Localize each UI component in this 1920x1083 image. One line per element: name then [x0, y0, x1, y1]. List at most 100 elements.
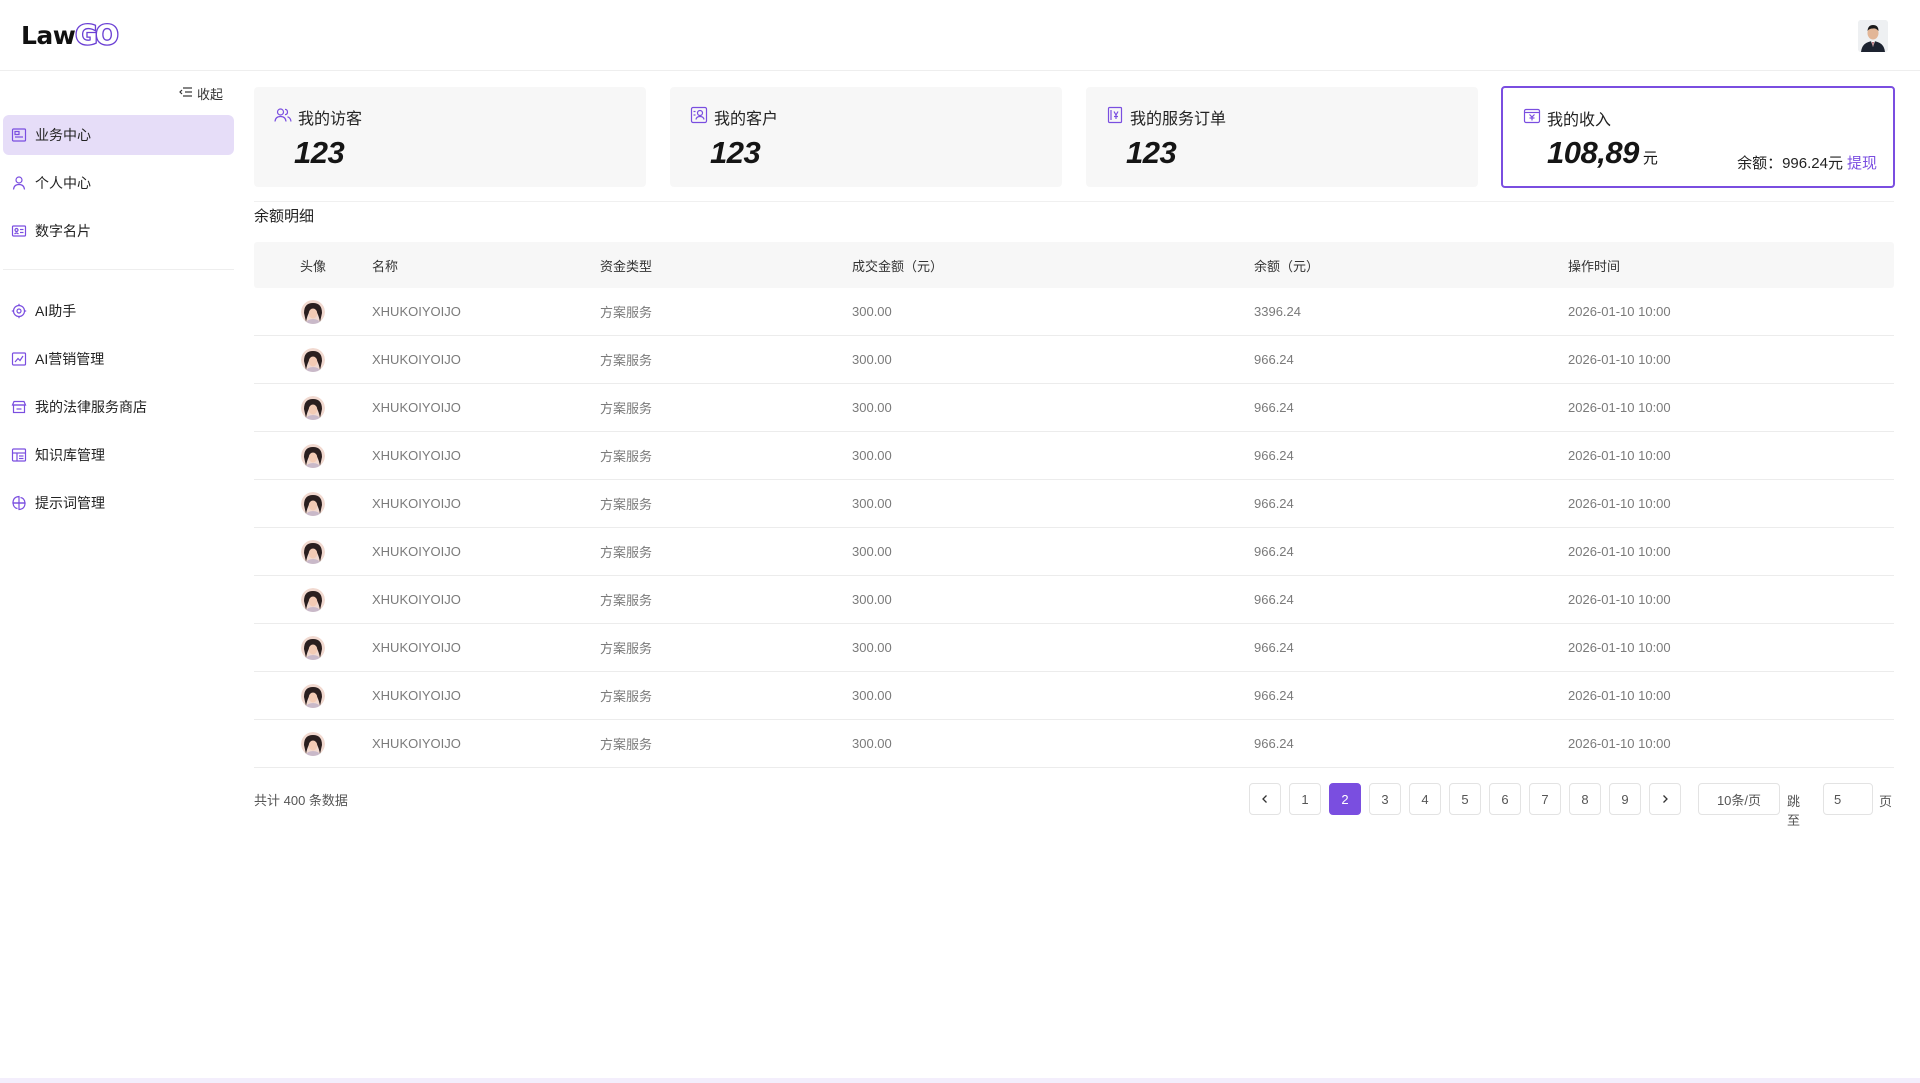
fund-type-cell: 方案服务	[600, 641, 653, 656]
balance-cell: 966.24	[1254, 736, 1294, 751]
page-button[interactable]: 6	[1489, 783, 1521, 815]
table-row[interactable]: XHUKOIYOIJO 方案服务 300.00 966.24 2026-01-1…	[254, 672, 1894, 720]
page-button[interactable]: 7	[1529, 783, 1561, 815]
avatar-cell	[254, 731, 372, 756]
dashboard-icon	[11, 127, 27, 143]
jump-page-input[interactable]	[1823, 783, 1873, 815]
logo-text-go: GO	[74, 18, 120, 52]
fund-type-cell: 方案服务	[600, 401, 653, 416]
page-button[interactable]: 9	[1609, 783, 1641, 815]
stat-card-income[interactable]: 我的收入 108,89 元 余额：996.24元 提现	[1501, 86, 1895, 188]
sidebar-item-label: 提示词管理	[35, 495, 105, 511]
balance-cell: 966.24	[1254, 688, 1294, 703]
table-row[interactable]: XHUKOIYOIJO 方案服务 300.00 966.24 2026-01-1…	[254, 720, 1894, 768]
column-header-amount: 成交金额（元）	[852, 258, 944, 274]
sidebar: 收起 业务中心 个人中心 数字名片 AI助手 AI营销管理 我的法律服务商店 知…	[0, 71, 240, 1083]
store-icon	[11, 399, 27, 415]
table-row[interactable]: XHUKOIYOIJO 方案服务 300.00 966.24 2026-01-1…	[254, 480, 1894, 528]
stat-card-header: 我的客户	[690, 105, 778, 129]
page-button[interactable]: 8	[1569, 783, 1601, 815]
bottom-bar	[0, 1078, 1920, 1083]
user-icon	[11, 175, 27, 191]
sidebar-item-ai-assistant[interactable]: AI助手	[3, 291, 234, 331]
name-cell: XHUKOIYOIJO	[372, 400, 461, 415]
name-cell: XHUKOIYOIJO	[372, 688, 461, 703]
sidebar-item-legal-store[interactable]: 我的法律服务商店	[3, 387, 234, 427]
next-page-button[interactable]	[1649, 783, 1681, 815]
time-cell: 2026-01-10 10:00	[1568, 352, 1671, 367]
time-cell: 2026-01-10 10:00	[1568, 448, 1671, 463]
sidebar-item-personal-center[interactable]: 个人中心	[3, 163, 234, 203]
page-button[interactable]: 4	[1409, 783, 1441, 815]
table-row[interactable]: XHUKOIYOIJO 方案服务 300.00 966.24 2026-01-1…	[254, 576, 1894, 624]
name-cell: XHUKOIYOIJO	[372, 736, 461, 751]
page-button[interactable]: 1	[1289, 783, 1321, 815]
time-cell: 2026-01-10 10:00	[1568, 400, 1671, 415]
stat-title: 我的服务订单	[1130, 111, 1227, 128]
avatar-cell	[254, 683, 372, 708]
ai-icon	[11, 303, 27, 319]
withdraw-link[interactable]: 提现	[1847, 155, 1877, 172]
app-logo[interactable]: Law GO	[21, 18, 120, 52]
balance-cell: 966.24	[1254, 400, 1294, 415]
table-header: 头像 名称 资金类型 成交金额（元） 余额（元） 操作时间	[254, 242, 1894, 288]
column-header-balance: 余额（元）	[1254, 258, 1320, 274]
sidebar-item-ai-marketing[interactable]: AI营销管理	[3, 339, 234, 379]
fund-type-cell: 方案服务	[600, 689, 653, 704]
avatar	[301, 635, 325, 660]
stat-value: 123	[1126, 135, 1177, 170]
stat-value-wrapper: 108,89 元	[1547, 135, 1658, 171]
sidebar-item-business-center[interactable]: 业务中心	[3, 115, 234, 155]
prev-page-button[interactable]	[1249, 783, 1281, 815]
page-button[interactable]: 2	[1329, 783, 1361, 815]
logo-text-law: Law	[21, 20, 76, 50]
balance-cell: 966.24	[1254, 448, 1294, 463]
column-header-time: 操作时间	[1568, 258, 1621, 274]
sidebar-item-digital-card[interactable]: 数字名片	[3, 211, 234, 251]
stat-title: 我的收入	[1547, 112, 1612, 129]
page-size-select[interactable]: 10条/页	[1698, 783, 1780, 815]
chevron-left-icon	[1260, 792, 1270, 807]
name-cell: XHUKOIYOIJO	[372, 304, 461, 319]
balance-cell: 966.24	[1254, 592, 1294, 607]
avatar-cell	[254, 395, 372, 420]
avatar	[301, 395, 325, 420]
income-value: 108,89	[1547, 135, 1639, 170]
balance-cell: 966.24	[1254, 496, 1294, 511]
user-avatar-icon[interactable]	[1858, 20, 1888, 52]
name-cell: XHUKOIYOIJO	[372, 496, 461, 511]
stat-card-visitors[interactable]: 我的访客 123	[254, 87, 646, 187]
stat-card-orders[interactable]: 我的服务订单 123	[1086, 87, 1478, 187]
total-count: 共计 400 条数据	[254, 793, 348, 808]
column-header-fund-type: 资金类型	[600, 258, 653, 274]
sidebar-item-knowledge-base[interactable]: 知识库管理	[3, 435, 234, 475]
page-button[interactable]: 5	[1449, 783, 1481, 815]
table-row[interactable]: XHUKOIYOIJO 方案服务 300.00 3396.24 2026-01-…	[254, 288, 1894, 336]
table-row[interactable]: XHUKOIYOIJO 方案服务 300.00 966.24 2026-01-1…	[254, 432, 1894, 480]
name-cell: XHUKOIYOIJO	[372, 448, 461, 463]
stat-card-header: 我的收入	[1523, 106, 1611, 130]
fund-type-cell: 方案服务	[600, 545, 653, 560]
avatar-cell	[254, 635, 372, 660]
income-unit: 元	[1642, 150, 1658, 167]
avatar-cell	[254, 491, 372, 516]
collapse-sidebar-button[interactable]: 收起	[179, 83, 223, 103]
stat-value: 123	[710, 135, 761, 170]
avatar-cell	[254, 443, 372, 468]
name-cell: XHUKOIYOIJO	[372, 640, 461, 655]
card-icon	[11, 223, 27, 239]
sidebar-item-prompt-management[interactable]: 提示词管理	[3, 483, 234, 523]
table-row[interactable]: XHUKOIYOIJO 方案服务 300.00 966.24 2026-01-1…	[254, 384, 1894, 432]
table-row[interactable]: XHUKOIYOIJO 方案服务 300.00 966.24 2026-01-1…	[254, 336, 1894, 384]
prompt-icon	[11, 495, 27, 511]
stat-card-header: 我的服务订单	[1106, 105, 1226, 129]
avatar-cell	[254, 539, 372, 564]
avatar	[301, 347, 325, 372]
table-row[interactable]: XHUKOIYOIJO 方案服务 300.00 966.24 2026-01-1…	[254, 624, 1894, 672]
stat-card-customers[interactable]: 我的客户 123	[670, 87, 1062, 187]
page-button[interactable]: 3	[1369, 783, 1401, 815]
table-row[interactable]: XHUKOIYOIJO 方案服务 300.00 966.24 2026-01-1…	[254, 528, 1894, 576]
sidebar-item-label: AI助手	[35, 303, 77, 319]
balance-cell: 966.24	[1254, 544, 1294, 559]
stat-value: 123	[294, 135, 345, 170]
